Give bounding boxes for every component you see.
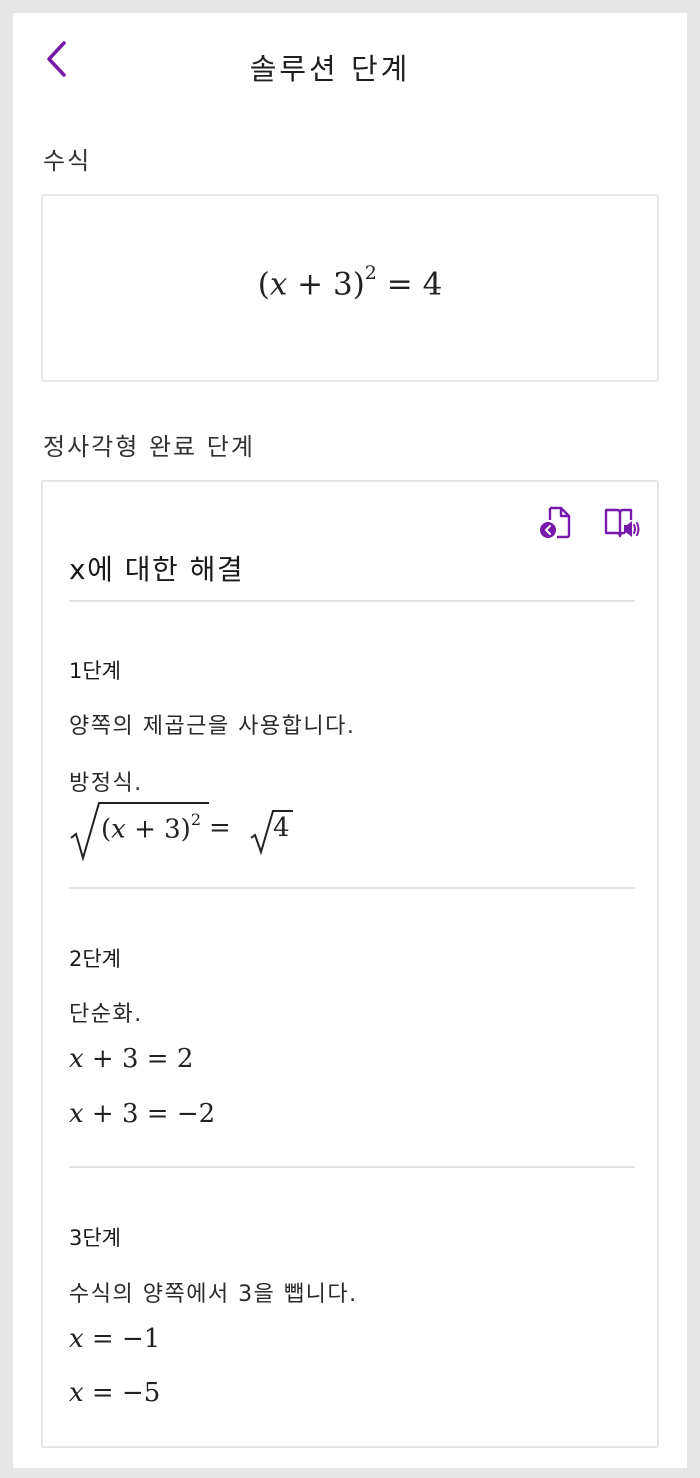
divider: [69, 887, 635, 889]
step-1-heading: 1단계: [69, 659, 122, 683]
step-2-heading: 2단계: [69, 947, 122, 971]
solution-steps-panel: 솔루션 단계 수식 (x + 3)2 = 4 정사각형 완료 단계 x에 대한 …: [13, 13, 687, 1468]
insert-page-button[interactable]: [536, 504, 574, 542]
solve-title: x에 대한 해결: [69, 553, 245, 586]
step-2-equation-1: x + 3 = 2: [69, 1044, 194, 1074]
divider: [69, 1166, 635, 1168]
step-3-heading: 3단계: [69, 1226, 122, 1250]
step-2-text: 단순화.: [69, 1002, 143, 1027]
step-1-equals: =: [209, 813, 231, 843]
expression-label: 수식: [43, 147, 92, 175]
divider: [69, 600, 635, 602]
page-title: 솔루션 단계: [249, 52, 411, 86]
step-1-subtext: 방정식.: [69, 771, 143, 796]
method-label: 정사각형 완료 단계: [43, 433, 255, 461]
immersive-reader-button[interactable]: [603, 504, 641, 542]
header: 솔루션 단계: [13, 13, 687, 113]
immersive-reader-icon: [604, 508, 640, 538]
expression-card: (x + 3)2 = 4: [41, 194, 659, 382]
step-1-radicand: (x + 3)2: [101, 810, 202, 845]
step-1-equation: (x + 3)2 = 4: [69, 800, 369, 862]
step-2-equation-2: x + 3 = −2: [69, 1099, 216, 1129]
expression-equation: (x + 3)2 = 4: [257, 262, 443, 303]
step-3-equation-2: x = −5: [69, 1378, 161, 1408]
step-3-text: 수식의 양쪽에서 3을 뺍니다.: [69, 1282, 358, 1307]
insert-page-icon: [540, 506, 571, 539]
step-1-rhs-radicand: 4: [273, 813, 290, 843]
step-1-text: 양쪽의 제곱근을 사용합니다.: [69, 714, 356, 739]
step-3-equation-1: x = −1: [69, 1324, 161, 1354]
solution-card: x에 대한 해결 1단계 양쪽의 제곱근을 사용합니다. 방정식. (x + 3…: [41, 480, 659, 1448]
